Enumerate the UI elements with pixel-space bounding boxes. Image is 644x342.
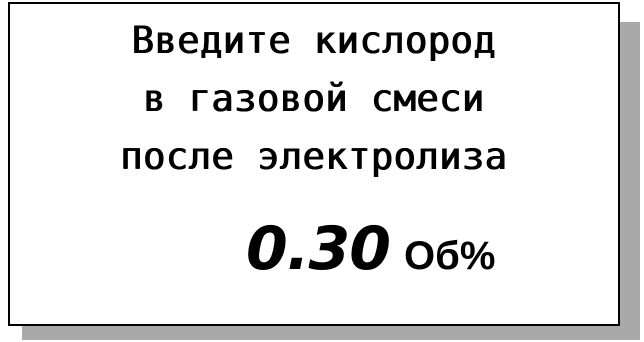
lcd-display: Введите кислород в газовой смеси после э… <box>8 2 620 326</box>
input-prompt: Введите кислород в газовой смеси после э… <box>10 12 618 186</box>
prompt-line-2: в газовой смеси <box>143 77 485 120</box>
display-panel-frame: Введите кислород в газовой смеси после э… <box>0 0 644 342</box>
prompt-line-3: после электролиза <box>120 135 508 178</box>
oxygen-reading: 0.30 Об% <box>246 214 495 284</box>
unit-label: Об% <box>404 234 496 278</box>
oxygen-value-field[interactable]: 0.30 <box>246 214 391 284</box>
prompt-line-1: Введите кислород <box>131 19 497 62</box>
